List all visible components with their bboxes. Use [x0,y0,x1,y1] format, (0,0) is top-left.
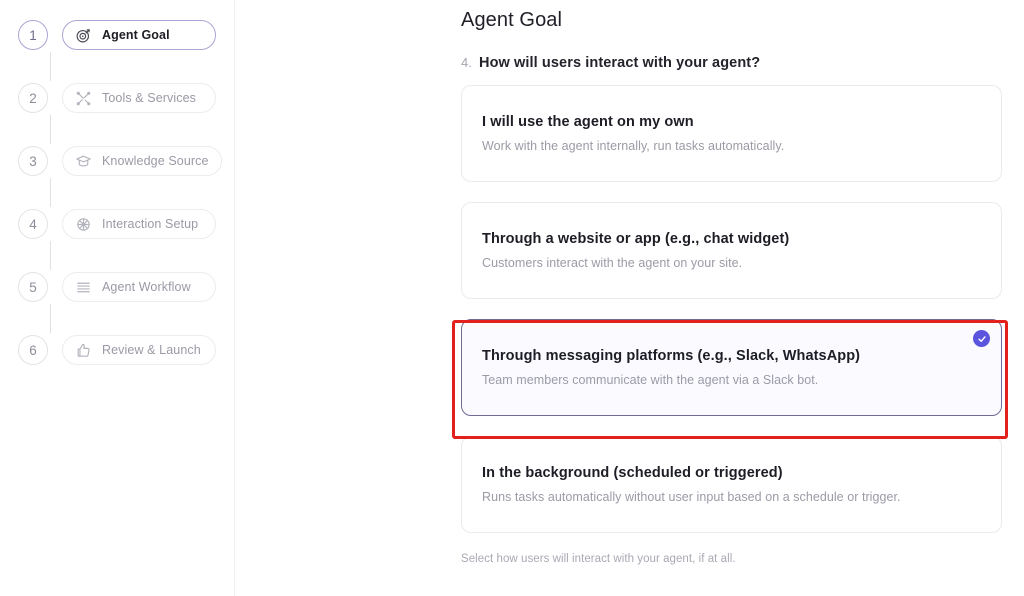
question-row: 4. How will users interact with your age… [461,55,1002,71]
interaction-option-card[interactable]: I will use the agent on my own Work with … [461,85,1002,182]
stepper-item-label: Review & Launch [102,343,201,357]
option-description: Work with the agent internally, run task… [482,139,785,153]
interaction-option-card[interactable]: In the background (scheduled or triggere… [461,436,1002,533]
stepper-number-badge: 5 [18,272,48,302]
interaction-option-card[interactable]: Through messaging platforms (e.g., Slack… [461,319,1002,416]
stepper-pill[interactable]: Interaction Setup [62,209,216,239]
stepper-connector-line [50,178,51,207]
stepper-pill[interactable]: Review & Launch [62,335,216,365]
option-title: Through a website or app (e.g., chat wid… [482,231,790,247]
stepper-item-tools-services[interactable]: 2 Tools & Services [18,81,234,144]
option-description: Customers interact with the agent on you… [482,256,743,270]
stepper-pill[interactable]: Tools & Services [62,83,216,113]
thumbs-up-icon [75,342,92,359]
stepper-number-badge: 3 [18,146,48,176]
stepper-item-label: Knowledge Source [102,154,209,168]
option-description: Runs tasks automatically without user in… [482,490,901,504]
stepper-item-label: Agent Goal [102,28,170,42]
stepper-list: 1 Agent Goal 2 Tools & Services 3 Knowledge S… [0,18,234,367]
stepper-item-label: Interaction Setup [102,217,199,231]
graduation-cap-icon [75,153,92,170]
selected-check-icon [973,330,990,347]
interaction-options-list: I will use the agent on my own Work with … [461,85,1002,533]
main-content: Agent Goal 4. How will users interact wi… [235,0,1024,596]
stepper-sidebar: 1 Agent Goal 2 Tools & Services 3 Knowledge S… [0,0,235,596]
stepper-number-badge: 6 [18,335,48,365]
helper-note: Select how users will interact with your… [461,553,736,565]
stepper-item-label: Agent Workflow [102,280,191,294]
stepper-number-badge: 4 [18,209,48,239]
agent-builder-screen: 1 Agent Goal 2 Tools & Services 3 Knowledge S… [0,0,1024,596]
interaction-option-card[interactable]: Through a website or app (e.g., chat wid… [461,202,1002,299]
stepper-connector-line [50,52,51,81]
option-title: I will use the agent on my own [482,114,694,130]
stepper-item-agent-goal[interactable]: 1 Agent Goal [18,18,234,81]
stepper-connector-line [50,304,51,333]
question-text: How will users interact with your agent? [479,55,761,71]
target-icon [75,27,92,44]
stepper-number-badge: 1 [18,20,48,50]
page-title: Agent Goal [461,9,563,31]
question-number: 4. [461,55,472,70]
stepper-pill[interactable]: Knowledge Source [62,146,222,176]
option-title: In the background (scheduled or triggere… [482,465,783,481]
tools-icon [75,90,92,107]
stepper-pill[interactable]: Agent Goal [62,20,216,50]
gear-icon [75,216,92,233]
list-lines-icon [75,279,92,296]
stepper-item-agent-workflow[interactable]: 5 Agent Workflow [18,270,234,333]
stepper-item-interaction-setup[interactable]: 4 Interaction Setup [18,207,234,270]
stepper-item-knowledge-source[interactable]: 3 Knowledge Source [18,144,234,207]
stepper-number-badge: 2 [18,83,48,113]
option-title: Through messaging platforms (e.g., Slack… [482,348,861,364]
stepper-connector-line [50,115,51,144]
stepper-item-label: Tools & Services [102,91,196,105]
stepper-connector-line [50,241,51,270]
stepper-pill[interactable]: Agent Workflow [62,272,216,302]
option-description: Team members communicate with the agent … [482,373,819,387]
stepper-item-review-launch[interactable]: 6 Review & Launch [18,333,234,367]
